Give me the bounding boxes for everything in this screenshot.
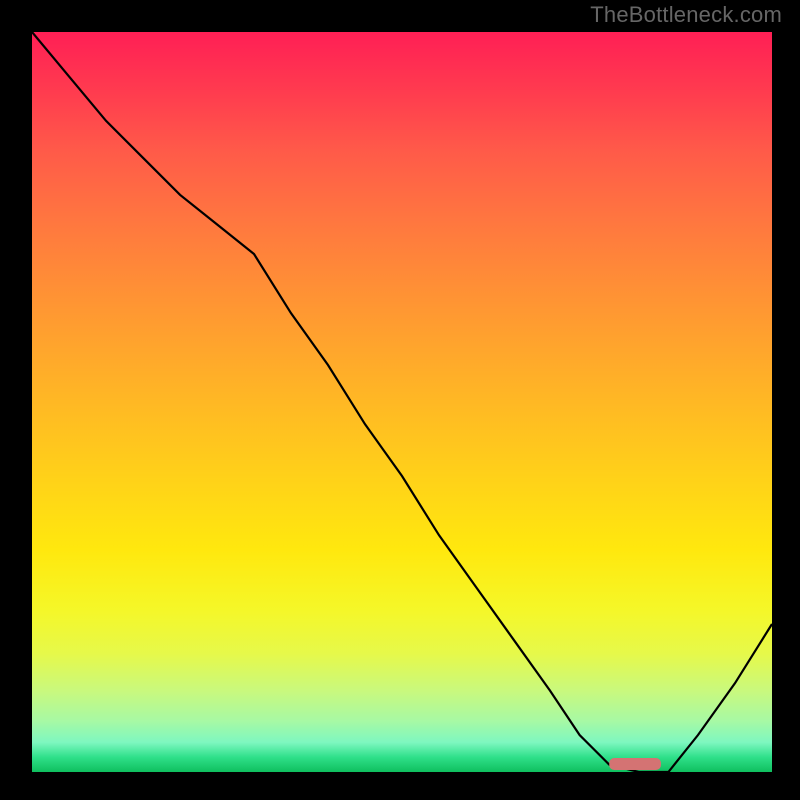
chart-frame: TheBottleneck.com (0, 0, 800, 800)
gradient-plot-area (32, 32, 772, 772)
watermark-label: TheBottleneck.com (590, 2, 782, 28)
